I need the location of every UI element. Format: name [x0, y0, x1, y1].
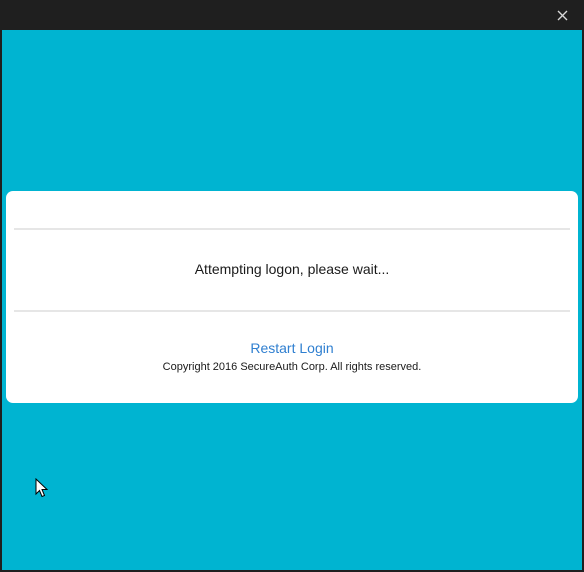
restart-login-link[interactable]: Restart Login: [250, 340, 333, 356]
login-background: Attempting logon, please wait... Restart…: [2, 30, 582, 570]
restart-login-row: Restart Login: [6, 340, 578, 356]
status-message: Attempting logon, please wait...: [194, 261, 390, 277]
login-card: Attempting logon, please wait... Restart…: [6, 191, 578, 403]
close-icon: [557, 10, 567, 20]
mouse-pointer-icon: [35, 478, 49, 498]
login-window: Attempting logon, please wait... Restart…: [0, 0, 584, 572]
bottom-divider: [14, 310, 570, 312]
copyright-text: Copyright 2016 SecureAuth Corp. All righ…: [162, 361, 422, 373]
close-button[interactable]: [540, 0, 584, 30]
title-bar: [0, 0, 584, 30]
top-divider: [14, 228, 570, 230]
